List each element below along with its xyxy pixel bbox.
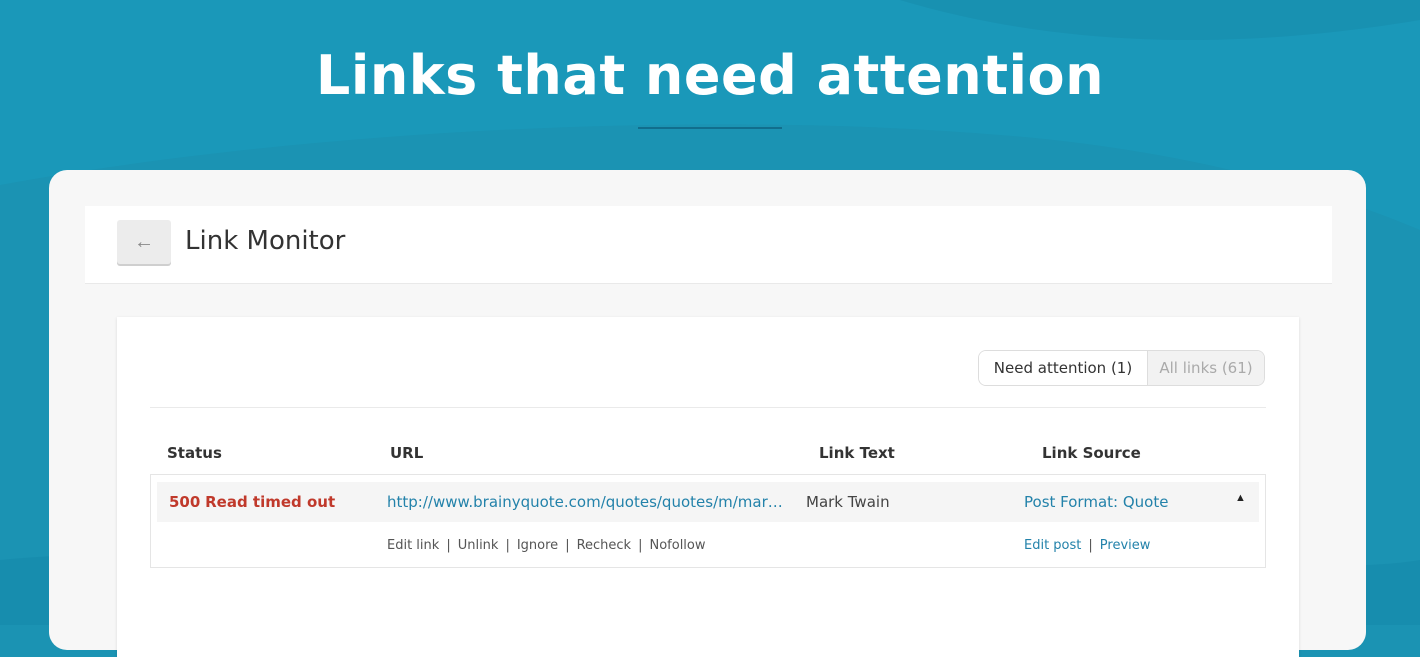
ignore-action[interactable]: Ignore [517,538,558,553]
url-link[interactable]: http://www.brainyquote.com/quotes/quotes… [387,493,787,511]
divider [150,407,1266,408]
unlink-action[interactable]: Unlink [458,538,499,553]
page-title: Link Monitor [185,226,346,256]
preview-action[interactable]: Preview [1100,538,1151,553]
header-bar: ← Link Monitor [85,206,1332,284]
back-button[interactable]: ← [117,220,171,264]
link-monitor-card: ← Link Monitor Need attention (1) All li… [49,170,1366,657]
links-panel: Need attention (1) All links (61) Status… [117,317,1299,657]
column-header-url: URL [390,444,424,462]
tab-all-links[interactable]: All links (61) [1148,351,1264,385]
column-header-status: Status [167,444,222,462]
tab-need-attention[interactable]: Need attention (1) [979,351,1148,385]
back-arrow-icon: ← [134,231,154,253]
status-cell: 500 Read timed out [169,493,335,511]
status-code: 500 [169,493,201,511]
collapse-caret-icon[interactable]: ▲ [1235,492,1246,504]
hero-title: Links that need attention [315,44,1105,107]
row-actions: Edit link | Unlink | Ignore | Recheck | Nofollow [387,538,706,553]
links-table: 500 Read timed out http://www.brainyquot… [150,474,1266,568]
recheck-action[interactable]: Recheck [577,538,632,553]
status-text: Read timed out [205,493,336,511]
nofollow-action[interactable]: Nofollow [649,538,705,553]
table-row: 500 Read timed out http://www.brainyquot… [157,482,1259,522]
link-source-link[interactable]: Post Format: Quote [1024,493,1168,511]
hero-underline [638,127,782,129]
edit-post-action[interactable]: Edit post [1024,538,1081,553]
source-actions: Edit post | Preview [1024,538,1151,553]
column-header-link-source: Link Source [1042,444,1141,462]
link-text-cell: Mark Twain [806,493,890,511]
column-header-link-text: Link Text [819,444,895,462]
filter-tabs: Need attention (1) All links (61) [978,350,1265,386]
edit-link-action[interactable]: Edit link [387,538,439,553]
